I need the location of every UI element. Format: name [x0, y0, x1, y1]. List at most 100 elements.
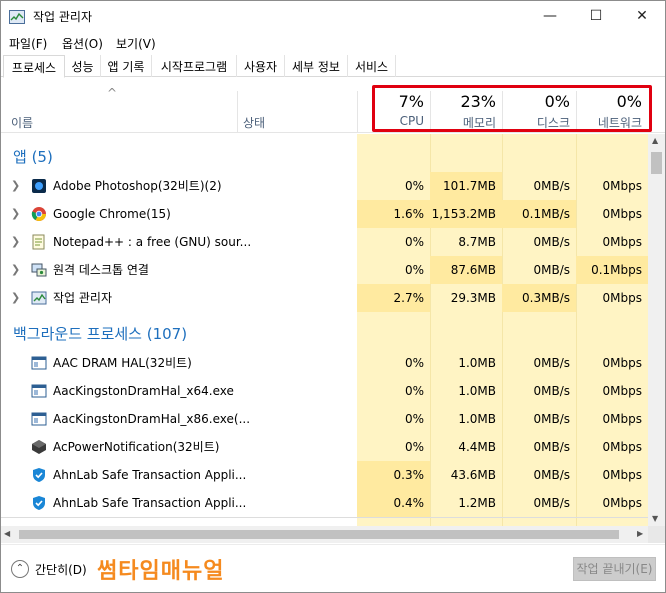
cpu-cell: 0% [404, 263, 424, 277]
process-row[interactable]: AhnLab Safe Transaction Appli... 0.4% 1.2M… [1, 489, 648, 517]
scroll-down-icon[interactable]: ▼ [652, 514, 658, 523]
cpu-cell: 0% [404, 179, 424, 193]
process-row[interactable]: AacKingstonDramHal_x86.exe(... 0% 1.0MB 0MB… [1, 405, 648, 433]
memory-cell: 8.7MB [458, 235, 496, 249]
sort-indicator-icon[interactable]: ^ [107, 86, 117, 100]
memory-cell: 1.0MB [458, 356, 496, 370]
disk-cell: 0MB/s [533, 356, 570, 370]
ahnlab-shield-icon [31, 467, 47, 483]
cube-icon [31, 439, 47, 455]
process-name: AhnLab Safe Transaction Appli... [53, 496, 247, 510]
memory-cell: 1.0MB [458, 412, 496, 426]
window-title: 작업 관리자 [33, 10, 93, 24]
process-name: Notepad++ : a free (GNU) sour... [53, 235, 252, 249]
tab-services[interactable]: 서비스 [348, 55, 396, 77]
disk-cell: 0MB/s [533, 179, 570, 193]
scroll-right-icon[interactable]: ▶ [637, 529, 643, 538]
group-background[interactable]: 백그라운드 프로세스 (107) [13, 323, 187, 344]
process-name: 작업 관리자 [53, 291, 113, 305]
process-row[interactable]: ❯ Adobe Photoshop(32비트)(2) 0% 101.7MB 0MB/s 0… [1, 172, 648, 200]
network-cell: 0Mbps [602, 235, 642, 249]
disk-cell: 0MB/s [533, 496, 570, 510]
disk-cell: 0MB/s [533, 384, 570, 398]
process-row[interactable]: ❯ 작업 관리자 2.7% 29.3MB 0.3MB/s 0Mbps [1, 284, 648, 312]
memory-cell: 1,153.2MB [431, 207, 496, 221]
process-row-partial[interactable] [1, 517, 648, 526]
scroll-up-icon[interactable]: ▲ [652, 136, 658, 145]
disk-cell: 0.1MB/s [522, 207, 570, 221]
memory-cell: 4.4MB [458, 440, 496, 454]
cpu-cell: 0% [404, 356, 424, 370]
chevron-right-icon[interactable]: ❯ [11, 284, 20, 312]
cpu-cell: 1.6% [393, 207, 425, 221]
fewer-details-link[interactable]: 간단히(D) [35, 561, 87, 578]
network-cell: 0Mbps [602, 412, 642, 426]
cpu-cell: 0% [404, 384, 424, 398]
chevron-right-icon[interactable]: ❯ [11, 256, 20, 284]
tab-app-history[interactable]: 앱 기록 [101, 55, 152, 77]
process-name: AacKingstonDramHal_x64.exe [53, 384, 234, 398]
process-row[interactable]: ❯ Google Chrome(15) 1.6% 1,153.2MB 0.1MB/s 0M… [1, 200, 648, 228]
memory-cell: 29.3MB [450, 291, 496, 305]
process-row[interactable]: AhnLab Safe Transaction Appli... 0.3% 43.6… [1, 461, 648, 489]
scroll-thumb[interactable] [651, 152, 662, 174]
task-manager-window: 작업 관리자 — ☐ ✕ 파일(F) 옵션(O) 보기(V) 프로세스 성능 앱… [0, 0, 666, 593]
tab-startup[interactable]: 시작프로그램 [152, 55, 237, 77]
cpu-cell: 0% [404, 412, 424, 426]
chevron-right-icon[interactable]: ❯ [11, 172, 20, 200]
memory-cell: 87.6MB [450, 263, 496, 277]
process-name: AcPowerNotification(32비트) [53, 440, 220, 454]
task-manager-app-icon [9, 9, 25, 24]
disk-cell: 0MB/s [533, 263, 570, 277]
disk-cell: 0MB/s [533, 235, 570, 249]
menu-file[interactable]: 파일(F) [9, 35, 47, 52]
process-row[interactable]: ❯ 원격 데스크톱 연결 0% 87.6MB 0MB/s 0.1Mbps [1, 256, 648, 284]
cpu-cell: 0% [404, 440, 424, 454]
minimize-button[interactable]: — [527, 1, 573, 31]
network-cell: 0Mbps [602, 384, 642, 398]
process-name: AAC DRAM HAL(32비트) [53, 356, 192, 370]
disk-cell: 0MB/s [533, 468, 570, 482]
column-status[interactable]: 상태 [243, 114, 265, 131]
tab-users[interactable]: 사용자 [237, 55, 285, 77]
process-row[interactable]: AAC DRAM HAL(32비트) 0% 1.0MB 0MB/s 0Mbps [1, 349, 648, 377]
scrollbar-corner [648, 526, 665, 543]
horizontal-scrollbar[interactable]: ◀ ▶ [1, 526, 648, 543]
close-button[interactable]: ✕ [619, 1, 665, 31]
scroll-left-icon[interactable]: ◀ [4, 529, 10, 538]
process-name: Adobe Photoshop(32비트)(2) [53, 179, 222, 193]
chrome-icon [31, 206, 47, 222]
tab-details[interactable]: 세부 정보 [285, 55, 348, 77]
chevron-right-icon[interactable]: ❯ [11, 228, 20, 256]
network-cell: 0Mbps [602, 496, 642, 510]
process-row[interactable]: AcPowerNotification(32비트) 0% 4.4MB 0MB/s 0Mb… [1, 433, 648, 461]
service-window-icon [31, 355, 47, 371]
disk-cell: 0MB/s [533, 440, 570, 454]
network-cell: 0Mbps [602, 207, 642, 221]
process-row[interactable]: AacKingstonDramHal_x64.exe 0% 1.0MB 0MB/s 0M… [1, 377, 648, 405]
tab-performance[interactable]: 성능 [65, 55, 101, 77]
photoshop-icon [31, 178, 47, 194]
memory-cell: 1.2MB [458, 496, 496, 510]
vertical-scrollbar[interactable]: ▲ ▼ [648, 134, 665, 526]
column-name[interactable]: 이름 [11, 114, 33, 131]
tab-processes[interactable]: 프로세스 [3, 55, 65, 78]
end-task-button[interactable]: 작업 끝내기(E) [573, 557, 656, 581]
cpu-cell: 0% [404, 235, 424, 249]
memory-cell: 43.6MB [450, 468, 496, 482]
process-row[interactable]: ❯ Notepad++ : a free (GNU) sour... 0% 8.7MB… [1, 228, 648, 256]
chevron-up-icon[interactable]: ⌃ [11, 560, 29, 578]
menu-view[interactable]: 보기(V) [116, 35, 156, 52]
chevron-right-icon[interactable]: ❯ [11, 200, 20, 228]
title-bar[interactable]: 작업 관리자 — ☐ ✕ [1, 1, 665, 32]
network-cell: 0Mbps [602, 468, 642, 482]
watermark-text: 썸타임매뉴얼 [97, 559, 225, 584]
ahnlab-shield-icon [31, 495, 47, 511]
maximize-button[interactable]: ☐ [573, 1, 619, 31]
network-cell: 0Mbps [602, 440, 642, 454]
service-window-icon [31, 411, 47, 427]
hscroll-thumb[interactable] [19, 530, 619, 539]
column-divider[interactable] [237, 91, 238, 133]
group-apps[interactable]: 앱 (5) [13, 146, 53, 167]
menu-options[interactable]: 옵션(O) [62, 35, 103, 52]
